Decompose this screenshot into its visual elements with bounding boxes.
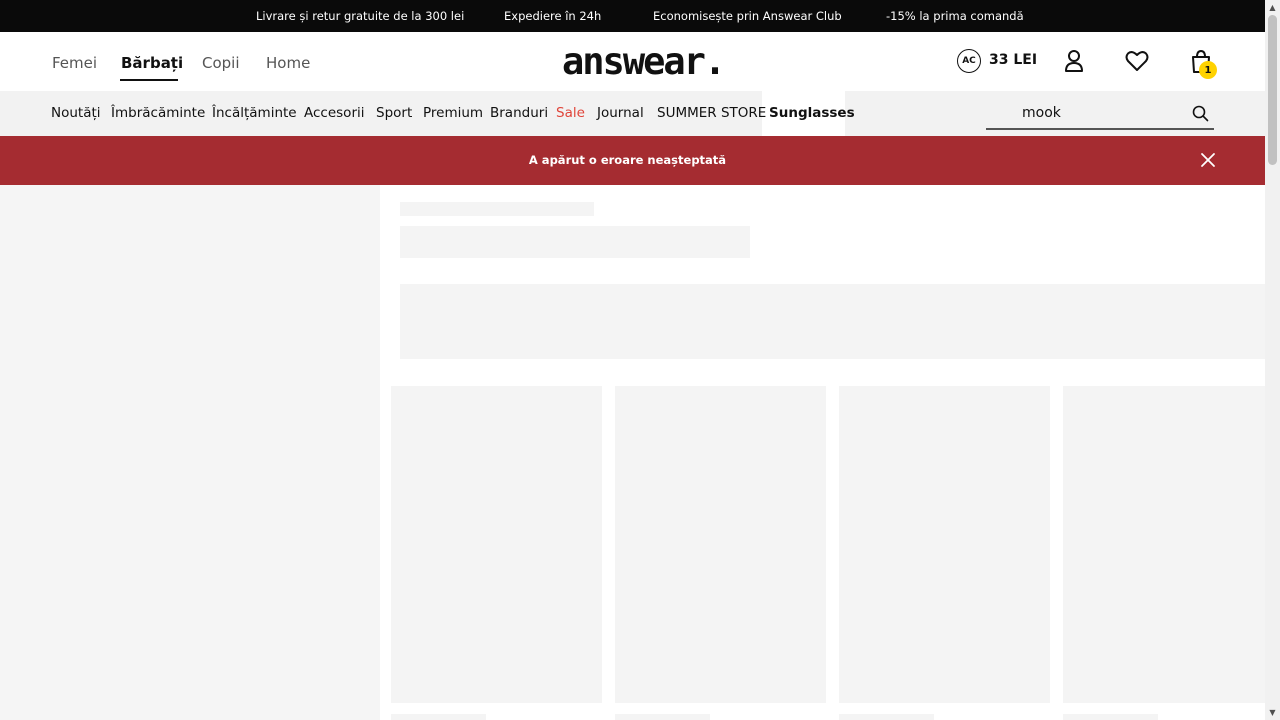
promo-bar: Livrare și retur gratuite de la 300 lei … xyxy=(0,0,1265,32)
product-label-placeholder xyxy=(839,714,934,720)
product-card-placeholder xyxy=(1063,386,1265,703)
scroll-down-icon[interactable]: ▼ xyxy=(1265,705,1280,720)
product-card-placeholder xyxy=(615,386,826,703)
search-box xyxy=(986,97,1214,130)
nav-item-sunglasses[interactable]: Sunglasses xyxy=(769,105,855,121)
product-card-placeholder xyxy=(839,386,1050,703)
promo-dispatch[interactable]: Expediere în 24h xyxy=(504,9,601,23)
heart-icon[interactable] xyxy=(1124,48,1150,74)
answear-logo[interactable]: answear. xyxy=(562,41,726,83)
banner-placeholder xyxy=(400,284,1265,359)
scroll-up-icon[interactable]: ▲ xyxy=(1265,0,1280,15)
page-scrollbar[interactable]: ▲ ▼ xyxy=(1265,0,1280,720)
answear-club-icon[interactable]: AC xyxy=(957,49,981,73)
nav-item-sport[interactable]: Sport xyxy=(376,105,412,121)
product-label-placeholder xyxy=(615,714,710,720)
promo-club[interactable]: Economisește prin Answear Club xyxy=(653,9,842,23)
site-header: Femei Bărbați Copii Home answear. AC 33 … xyxy=(0,32,1265,91)
nav-item-accessories[interactable]: Accesorii xyxy=(304,105,365,121)
nav-item-premium[interactable]: Premium xyxy=(423,105,483,121)
product-card-placeholder xyxy=(391,386,602,703)
active-gender-underline xyxy=(120,79,178,81)
nav-item-new[interactable]: Noutăți xyxy=(51,105,101,121)
nav-item-journal[interactable]: Journal xyxy=(597,105,644,121)
gender-tab-home[interactable]: Home xyxy=(266,54,310,72)
scrollbar-thumb[interactable] xyxy=(1268,15,1277,165)
nav-item-brands[interactable]: Branduri xyxy=(490,105,548,121)
category-nav: Noutăți Îmbrăcăminte Încălțăminte Acceso… xyxy=(0,91,1265,136)
gender-tab-men[interactable]: Bărbați xyxy=(121,54,183,72)
search-input[interactable] xyxy=(1022,103,1182,123)
error-message: A apărut o eroare neașteptată xyxy=(528,153,727,167)
nav-item-shoes[interactable]: Încălțăminte xyxy=(212,105,297,121)
breadcrumb-placeholder xyxy=(400,202,594,216)
nav-item-summer-store[interactable]: SUMMER STORE xyxy=(657,105,766,121)
search-icon[interactable] xyxy=(1192,105,1209,122)
cart-count-badge: 1 xyxy=(1199,61,1217,79)
product-label-placeholder xyxy=(391,714,486,720)
gender-tab-kids[interactable]: Copii xyxy=(202,54,240,72)
user-icon[interactable] xyxy=(1061,48,1087,74)
nav-item-sale[interactable]: Sale xyxy=(556,105,585,121)
nav-item-clothing[interactable]: Îmbrăcăminte xyxy=(111,105,205,121)
product-label-placeholder xyxy=(1063,714,1158,720)
page-title-placeholder xyxy=(400,226,750,258)
filters-sidebar-placeholder xyxy=(0,185,380,720)
error-banner: A apărut o eroare neașteptată xyxy=(0,136,1265,185)
gender-tab-women[interactable]: Femei xyxy=(52,54,97,72)
club-points[interactable]: 33 LEI xyxy=(989,52,1037,68)
promo-first-order[interactable]: -15% la prima comandă xyxy=(886,9,1024,23)
promo-free-shipping[interactable]: Livrare și retur gratuite de la 300 lei xyxy=(256,9,464,23)
close-icon[interactable] xyxy=(1199,151,1217,169)
